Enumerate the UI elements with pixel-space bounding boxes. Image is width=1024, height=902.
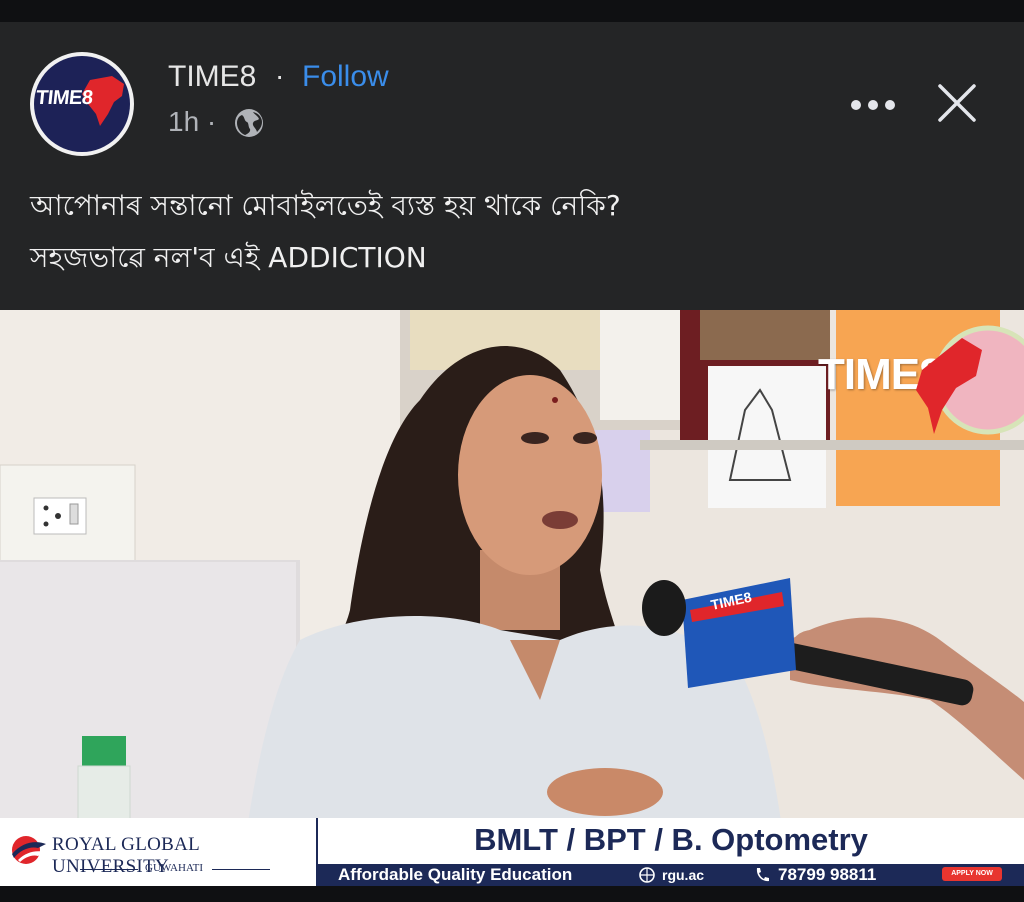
ad-banner[interactable]: ROYAL GLOBAL UNIVERSITY GUWAHATI BMLT / … <box>0 818 1024 886</box>
city-rule-right <box>212 869 270 870</box>
status-bar <box>0 0 1024 22</box>
caption-line-2: সহজভাৱে নল'ব এই ADDICTION <box>30 241 427 274</box>
web-icon <box>639 867 655 883</box>
watermark-map-icon <box>916 338 982 434</box>
name-separator: · <box>275 60 285 91</box>
university-block: ROYAL GLOBAL UNIVERSITY GUWAHATI <box>0 818 316 886</box>
university-logo-icon <box>12 836 46 864</box>
caption-line-1: আপোনাৰ সন্তানো মোবাইলতেই ব্যস্ত হয় থাকে… <box>30 189 621 222</box>
post-timestamp[interactable]: 1h · <box>168 106 216 138</box>
phone-icon <box>756 868 769 882</box>
page-avatar[interactable]: TIME8 <box>30 52 134 156</box>
website-link[interactable]: rgu.ac <box>662 867 704 883</box>
follow-button[interactable]: Follow <box>302 60 389 94</box>
tagline: Affordable Quality Education <box>338 865 573 884</box>
university-city: GUWAHATI <box>145 862 204 874</box>
page-name-link[interactable]: TIME8 <box>168 60 256 94</box>
post-video[interactable]: TIME8 TIME8 ROYAL GLOBAL UNIVERSITY GUWA… <box>0 310 1024 886</box>
apply-now-button[interactable]: APPLY NOW <box>942 867 1002 881</box>
avatar-logo-text: TIME8 <box>34 87 94 109</box>
courses-heading: BMLT / BPT / B. Optometry <box>474 822 868 857</box>
info-strip: Affordable Quality Education rgu.ac 7879… <box>318 864 1024 886</box>
post-header: TIME8 TIME8 · Follow 1h · আপোনাৰ সন্তানো… <box>0 22 1024 310</box>
phone-number[interactable]: 78799 98811 <box>778 865 876 885</box>
more-options-icon[interactable] <box>848 88 898 122</box>
globe-icon[interactable] <box>233 107 265 139</box>
city-rule-left <box>80 869 138 870</box>
post-caption: আপোনাৰ সন্তানো মোবাইলতেই ব্যস্ত হয় থাকে… <box>30 180 990 284</box>
bottom-edge <box>0 886 1024 902</box>
close-icon[interactable] <box>936 82 978 124</box>
